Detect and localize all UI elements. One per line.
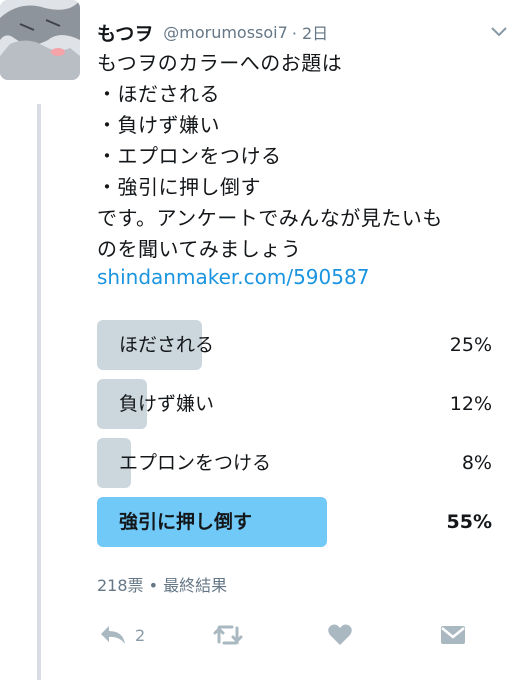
dm-icon <box>441 626 465 644</box>
tweet-text-line: ・負けず嫌い <box>97 113 220 137</box>
action-bar: 2 <box>97 618 477 652</box>
tweet-text-line: ・ほだされる <box>97 82 220 106</box>
chevron-down-icon[interactable] <box>490 24 508 38</box>
poll-summary: 218票 • 最終結果 <box>97 576 228 595</box>
poll-option-2: 負けず嫌い 12% <box>97 379 492 429</box>
retweet-button[interactable] <box>212 618 244 652</box>
avatar[interactable] <box>0 0 80 80</box>
poll-option-label: ほだされる <box>119 334 215 356</box>
tweet-text-line: です。アンケートでみんなが見たいも <box>97 206 443 230</box>
tweet-text: もつヲのカラーへのお題は ・ほだされる ・負けず嫌い ・エプロンをつける ・強引… <box>97 48 507 265</box>
like-icon <box>328 624 352 645</box>
like-button[interactable] <box>327 618 353 652</box>
poll-option-4: 強引に押し倒す 55% <box>97 497 492 547</box>
retweet-icon <box>213 625 243 645</box>
poll-option-label: 負けず嫌い <box>119 393 215 415</box>
tweet-text-line: ・エプロンをつける <box>97 144 282 168</box>
tweet-header: もつヲ @morumossoi7 · 2日 <box>97 14 508 50</box>
tweet-text-line: ・強引に押し倒す <box>97 175 261 199</box>
tweet-link[interactable]: shindanmaker.com/590587 <box>97 265 369 289</box>
reply-count: 2 <box>135 625 146 645</box>
poll-option-label: 強引に押し倒す <box>119 511 253 533</box>
poll-option-percent: 55% <box>446 511 492 533</box>
poll-option-percent: 25% <box>449 334 492 356</box>
poll-option-label: エプロンをつける <box>119 452 272 474</box>
poll-option-percent: 12% <box>449 393 492 415</box>
poll-option-3: エプロンをつける 8% <box>97 438 492 488</box>
thread-line <box>37 104 41 680</box>
handle[interactable]: @morumossoi7 <box>163 23 288 42</box>
poll-option-percent: 8% <box>461 452 492 474</box>
tweet-text-line: のを聞いてみましょう <box>97 237 302 261</box>
poll-option-1: ほだされる 25% <box>97 320 492 370</box>
reply-button[interactable]: 2 <box>99 618 145 652</box>
tweet-text-line: もつヲのカラーへのお題は <box>97 51 343 75</box>
timestamp[interactable]: · 2日 <box>292 20 328 44</box>
reply-icon <box>101 626 125 644</box>
direct-message-button[interactable] <box>440 618 466 652</box>
display-name[interactable]: もつヲ <box>97 19 153 46</box>
